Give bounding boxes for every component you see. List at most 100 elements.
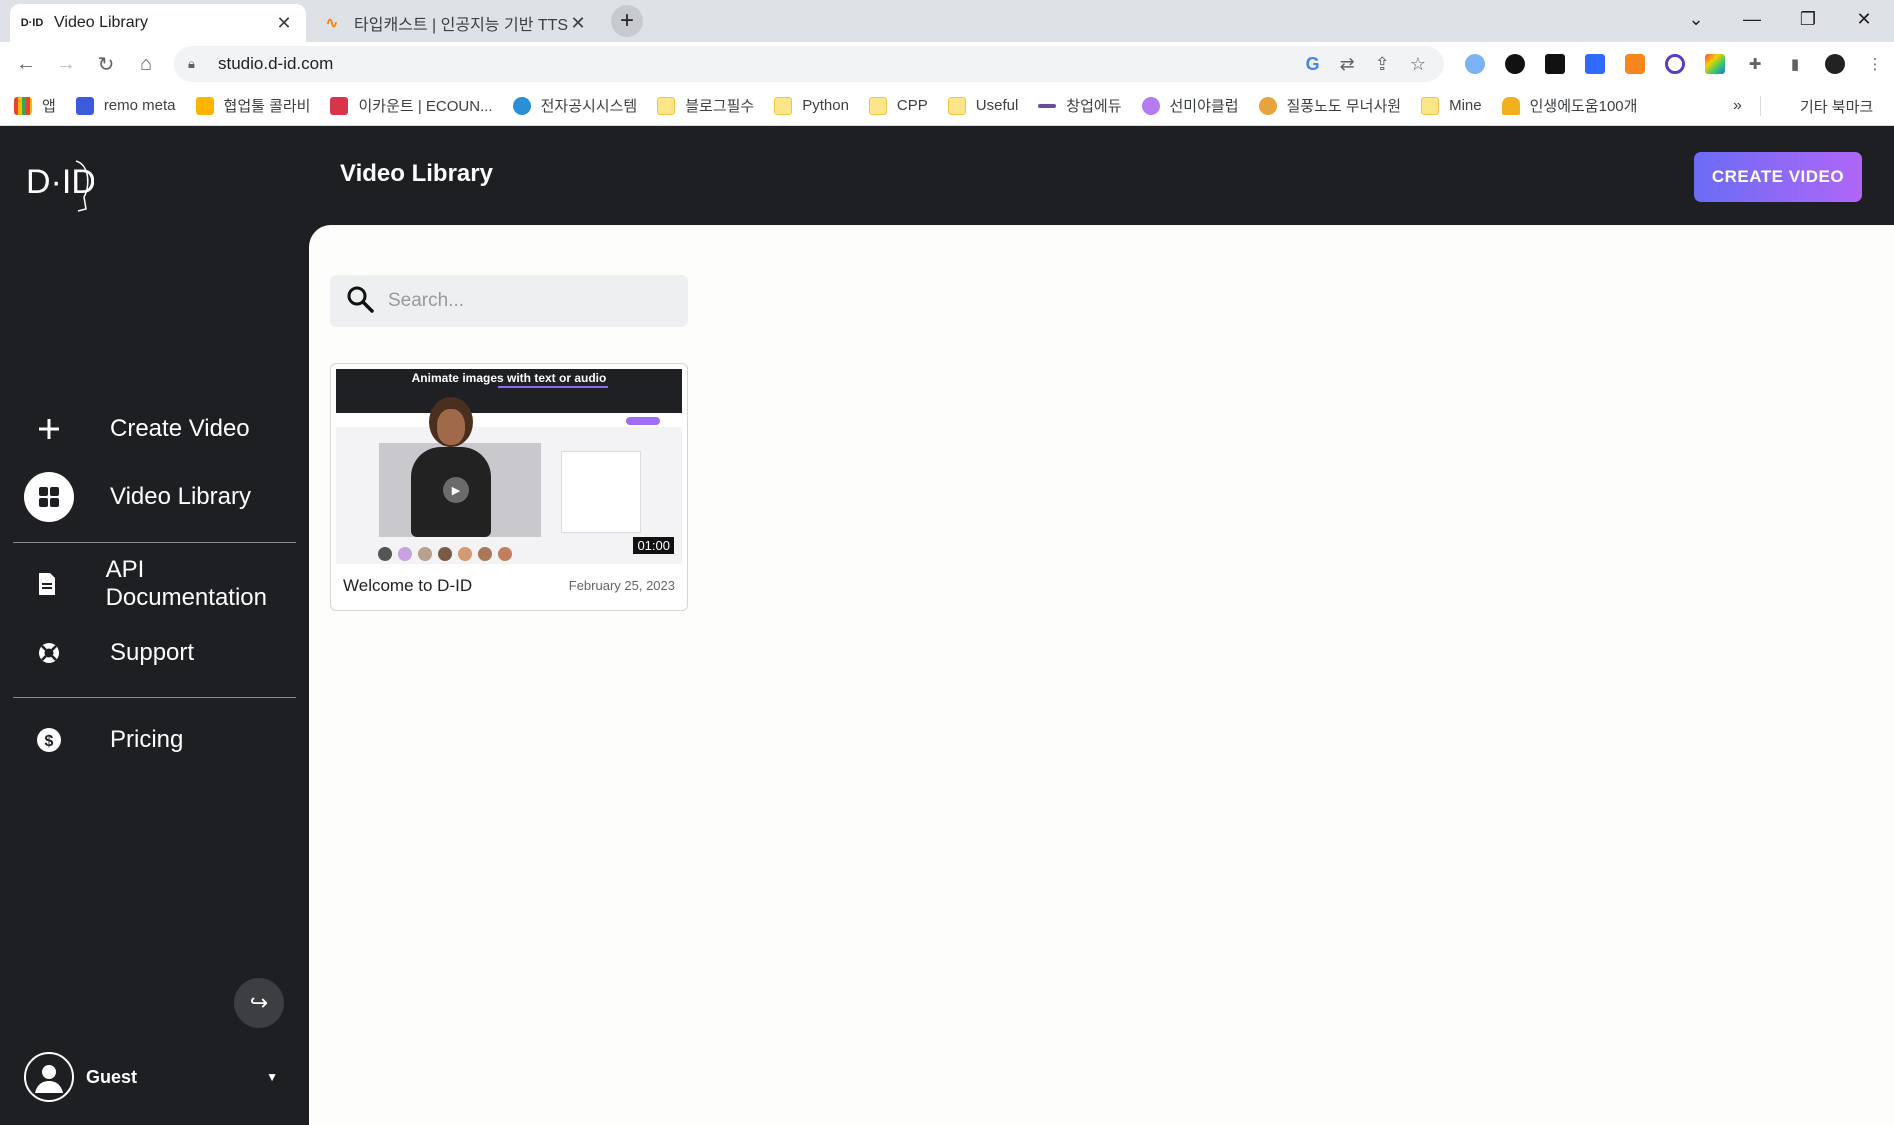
search-icon <box>346 285 374 318</box>
bookmark-folder-blog[interactable]: 블로그필수 <box>657 95 754 116</box>
lock-icon: 🔒︎ <box>188 56 195 71</box>
minimize-button[interactable]: — <box>1724 0 1780 38</box>
bookmark-label: Mine <box>1449 97 1482 114</box>
video-date: February 25, 2023 <box>568 578 675 593</box>
close-icon[interactable]: ✕ <box>568 13 588 33</box>
bookmark-employee[interactable]: 질풍노도 무너사원 <box>1258 95 1401 116</box>
extensions-puzzle-icon[interactable]: ✚ <box>1740 49 1770 79</box>
share-icon[interactable]: ⇪ <box>1375 54 1390 75</box>
extension-t-icon[interactable] <box>1540 49 1570 79</box>
user-menu[interactable]: Guest ▼ <box>24 1051 284 1103</box>
profile-avatar-icon[interactable] <box>1820 49 1850 79</box>
browser-tabstrip: D·ID Video Library ✕ ∿ 타입캐스트 | 인공지능 기반 T… <box>0 0 1894 42</box>
bookmark-folder-python[interactable]: Python <box>774 96 849 115</box>
sidebar-item-api-documentation[interactable]: API Documentation <box>24 556 294 611</box>
tab-title: 타입캐스트 | 인공지능 기반 TTS <box>354 17 568 34</box>
close-icon[interactable]: ✕ <box>274 13 294 33</box>
bookmark-label: 블로그필수 <box>685 98 755 115</box>
plus-icon <box>24 404 74 454</box>
forward-icon[interactable]: → <box>50 48 82 80</box>
did-logo[interactable]: D·ID <box>24 157 96 213</box>
startup-icon <box>1038 103 1057 108</box>
back-icon[interactable]: ← <box>10 48 42 80</box>
extension-color-icon[interactable] <box>1700 49 1730 79</box>
apps-grid-icon <box>14 96 32 115</box>
bookmark-label: 협업툴 콜라비 <box>223 98 311 115</box>
bookmark-folder-useful[interactable]: Useful <box>947 96 1019 115</box>
search-input[interactable] <box>388 290 668 312</box>
lifebuoy-icon <box>24 628 74 678</box>
bookmark-remo-meta[interactable]: remo meta <box>75 96 176 115</box>
close-window-button[interactable]: ✕ <box>1836 0 1892 38</box>
sidebar-divider <box>13 542 296 543</box>
home-icon[interactable]: ⌂ <box>130 48 162 80</box>
bookmark-collabee[interactable]: 협업툴 콜라비 <box>195 95 311 116</box>
tab-title: Video Library <box>54 14 148 31</box>
video-card[interactable]: Animate images with text or audio ▶ 01:0… <box>330 363 688 611</box>
side-panel-icon[interactable]: ▮ <box>1780 49 1810 79</box>
folder-icon <box>868 96 887 115</box>
avatar <box>398 547 412 561</box>
bookmark-dart[interactable]: 전자공시시스템 <box>512 95 638 116</box>
translate-icon[interactable]: ⇄ <box>1340 54 1355 75</box>
bookmark-folder-cpp[interactable]: CPP <box>868 96 928 115</box>
other-bookmarks-folder[interactable]: 기타 북마크 <box>1772 86 1873 126</box>
bookmark-label: 이카운트 | ECOUN... <box>358 98 493 115</box>
bookmark-label: remo meta <box>103 97 176 114</box>
bookmarks-bar: 앱 remo meta 협업툴 콜라비 이카운트 | ECOUN... 전자공시… <box>0 86 1894 126</box>
other-bookmarks-label: 기타 북마크 <box>1800 98 1874 116</box>
bookmark-star-icon[interactable]: ☆ <box>1410 54 1426 75</box>
tab-search-icon[interactable]: ⌄ <box>1668 0 1724 38</box>
menu-kebab-icon[interactable]: ⋮ <box>1860 49 1890 79</box>
thumbnail-pill <box>626 417 660 425</box>
tab-video-library[interactable]: D·ID Video Library ✕ <box>10 4 306 42</box>
bookmark-label: 전자공시시스템 <box>540 98 638 115</box>
reload-icon[interactable]: ↻ <box>90 48 122 80</box>
folder-icon <box>774 96 793 115</box>
grid-icon <box>24 472 74 522</box>
bookmark-ecount[interactable]: 이카운트 | ECOUN... <box>330 95 493 116</box>
bookmark-label: 창업에듀 <box>1066 98 1122 115</box>
sidebar-item-create-video[interactable]: Create Video <box>24 403 294 455</box>
page-title: Video Library <box>340 160 493 187</box>
google-icon[interactable]: G <box>1306 54 1320 75</box>
sidebar-item-label: API Documentation <box>105 556 267 611</box>
avatar <box>378 547 392 561</box>
extension-blue-icon[interactable] <box>1580 49 1610 79</box>
bookmark-club[interactable]: 선미야클럽 <box>1141 95 1239 116</box>
sidebar-item-pricing[interactable]: $ Pricing <box>24 714 294 766</box>
presenter-face <box>437 409 465 445</box>
sidebar-item-video-library[interactable]: Video Library <box>24 471 294 523</box>
bookmark-label: Useful <box>975 97 1019 114</box>
sidebar-item-label: Support <box>110 639 195 666</box>
bookmark-apps[interactable]: 앱 <box>14 95 56 116</box>
play-icon[interactable]: ▶ <box>443 477 469 503</box>
collapse-sidebar-button[interactable]: ↪ <box>234 978 284 1028</box>
bookmark-label: Python <box>802 97 849 114</box>
tab-typecast[interactable]: ∿ 타입캐스트 | 인공지능 기반 TTS ✕ <box>310 4 600 42</box>
sidebar-item-label: Create Video <box>110 415 250 442</box>
caret-down-icon: ▼ <box>266 1070 278 1084</box>
typecast-favicon-icon: ∿ <box>325 15 339 32</box>
extension-clock-icon[interactable] <box>1460 49 1490 79</box>
search-box <box>330 275 688 327</box>
address-bar[interactable]: 🔒︎ studio.d-id.com G ⇄ ⇪ ☆ <box>174 46 1444 82</box>
create-video-button[interactable]: CREATE VIDEO <box>1694 152 1862 202</box>
folder-icon <box>657 96 676 115</box>
document-icon <box>24 559 70 609</box>
bookmarks-divider <box>1760 96 1761 116</box>
video-thumbnail[interactable]: Animate images with text or audio ▶ 01:0… <box>336 369 682 564</box>
new-tab-button[interactable]: + <box>611 5 643 37</box>
bookmarks-overflow-button[interactable]: » <box>1733 86 1742 126</box>
sidebar-item-support[interactable]: Support <box>24 627 294 679</box>
sidebar-divider <box>13 697 296 698</box>
bookmark-folder-mine[interactable]: Mine <box>1421 96 1482 115</box>
restore-button[interactable]: ❐ <box>1780 0 1836 38</box>
folder-icon <box>947 96 966 115</box>
extension-fox-icon[interactable] <box>1620 49 1650 79</box>
extension-circle-icon[interactable] <box>1500 49 1530 79</box>
sidebar-item-label: Pricing <box>110 726 184 753</box>
bookmark-startup-edu[interactable]: 창업에듀 <box>1038 95 1122 116</box>
extension-ring-icon[interactable] <box>1660 49 1690 79</box>
bookmark-life-tips[interactable]: 인생에도움100개 <box>1501 95 1637 116</box>
